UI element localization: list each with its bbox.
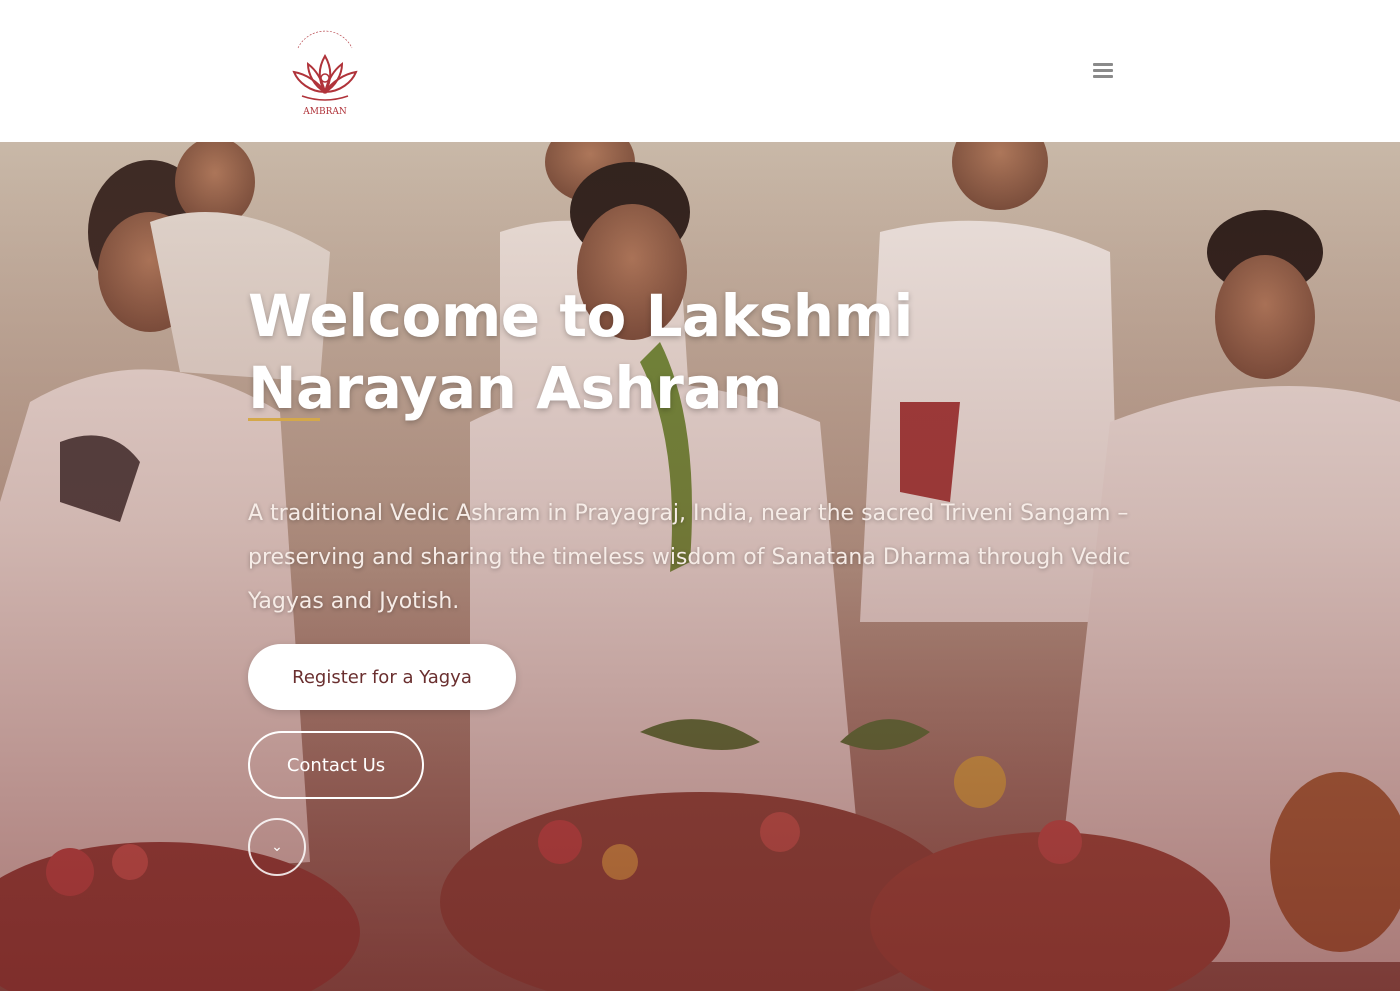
hero-title-line2: Narayan Ashram [248,354,782,422]
chevron-down-icon: ⌄ [271,839,283,855]
title-divider [248,418,320,421]
register-yagya-button[interactable]: Register for a Yagya [248,644,516,710]
lotus-logo-icon: AMBRAN [292,30,358,117]
hero-title: Welcome to Lakshmi Narayan Ashram [248,280,1008,424]
contact-us-button[interactable]: Contact Us [248,731,424,799]
hero-section: Welcome to Lakshmi Narayan Ashram A trad… [0,142,1400,991]
hamburger-menu-icon[interactable] [1090,60,1116,84]
hero-title-line1: Welcome to Lakshmi [248,282,913,350]
hero-content: Welcome to Lakshmi Narayan Ashram A trad… [248,142,1148,991]
scroll-down-button[interactable]: ⌄ [248,818,306,876]
ashram-logo[interactable]: AMBRAN [280,26,370,122]
site-header: AMBRAN [0,0,1400,142]
hero-description: A traditional Vedic Ashram in Prayagraj,… [248,501,1131,614]
logo-wordmark: AMBRAN [302,107,347,117]
